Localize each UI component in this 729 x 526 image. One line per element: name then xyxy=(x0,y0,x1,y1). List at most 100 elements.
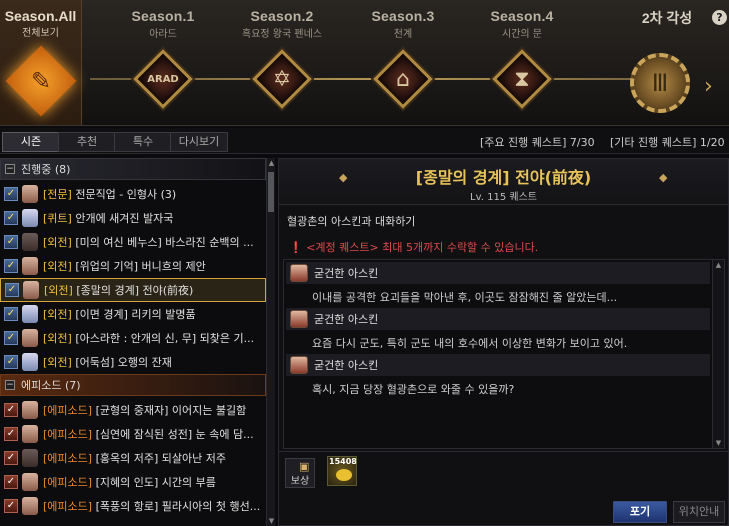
quest-title: [외전] [위업의 기억] 버니흐의 제안 xyxy=(43,258,206,274)
npc-portrait-icon xyxy=(22,329,38,347)
quest-title: [전문] 전문직업 - 인형사 (3) xyxy=(43,186,176,202)
quest-check-icon: ✓ xyxy=(4,475,18,489)
dialog-speaker-row: 굳건한 아스킨 xyxy=(286,308,710,330)
quest-item[interactable]: ✓ [전문] 전문직업 - 인형사 (3) xyxy=(0,182,266,206)
scroll-down-icon[interactable]: ▼ xyxy=(267,516,276,526)
awakening-button[interactable]: 2차 각성 Ⅲ xyxy=(612,8,722,123)
detail-title-bar: ◆ [종말의 경계] 전야(前夜) Lv. 115 퀘스트 ◆ xyxy=(279,159,728,205)
chevron-right-icon[interactable]: › xyxy=(704,74,713,99)
quest-item[interactable]: ✓ [에피소드] [심연에 잠식된 성전] 눈 속에 담... xyxy=(0,422,266,446)
chest-icon: ▣ xyxy=(299,460,310,473)
quest-name: [미의 여신 베누스] 바스라진 순백의 ... xyxy=(71,236,254,249)
dialog-entry: 굳건한 아스킨 이내를 공격한 요괴들을 막아낸 후, 이곳도 잠잠해진 줄 알… xyxy=(286,262,710,305)
season-4-button[interactable]: Season.4 시간의 문 ⧗ xyxy=(467,8,577,123)
quest-item[interactable]: ✓ [외전] [미의 여신 베누스] 바스라진 순백의 ... xyxy=(0,230,266,254)
reward-tab[interactable]: ▣ 보상 xyxy=(285,458,315,488)
group-label: 에피소드 (7) xyxy=(21,379,81,392)
scroll-down-icon[interactable]: ▼ xyxy=(714,438,723,448)
season-3-button[interactable]: Season.3 천계 ⌂ xyxy=(348,8,458,123)
quest-item[interactable]: ✓ [에피소드] [홍옥의 저주] 되살아난 저주 xyxy=(0,446,266,470)
quest-check-icon: ✓ xyxy=(4,331,18,345)
reward-label: 보상 xyxy=(290,476,310,487)
quest-name: [지혜의 인도] 시간의 부름 xyxy=(92,476,216,489)
other-quest-count: [기타 진행 퀘스트] 1/20 xyxy=(610,136,725,149)
dialog-text: 요즘 다시 군도, 특히 군도 내의 호수에서 이상한 변화가 보이고 있어. xyxy=(312,337,628,350)
quest-item[interactable]: ✓ [에피소드] [지혜의 인도] 시간의 부름 xyxy=(0,470,266,494)
npc-portrait-icon xyxy=(22,353,38,371)
quest-check-icon: ✓ xyxy=(4,235,18,249)
warning-text: <계정 퀘스트> 최대 5개까지 수락할 수 있습니다. xyxy=(306,241,539,254)
season-2-button[interactable]: Season.2 흑요정 왕국 펜네스 ✡ xyxy=(227,8,337,123)
npc-avatar xyxy=(290,310,308,328)
season-all-button[interactable]: Season.All 전체보기 ✎ xyxy=(0,0,82,125)
location-guide-button[interactable]: 위치안내 xyxy=(673,501,725,523)
dialog-scrollbar[interactable]: ▲ ▼ xyxy=(712,260,724,448)
season-all-title: Season.All xyxy=(4,8,77,24)
tab-season[interactable]: 시즌 xyxy=(2,132,60,152)
dialog-speaker-row: 굳건한 아스킨 xyxy=(286,262,710,284)
scroll-thumb[interactable] xyxy=(268,172,274,212)
quest-item[interactable]: ✓ [외전] [위업의 기억] 버니흐의 제안 xyxy=(0,254,266,278)
quest-list: − 진행중 (8) ✓ [전문] 전문직업 - 인형사 (3) ✓ [퀴트] 안… xyxy=(0,158,276,526)
quest-name: 안개에 새겨진 발자국 xyxy=(71,212,174,225)
quest-check-icon: ✓ xyxy=(5,283,19,297)
arad-emblem-icon: ARAD xyxy=(147,73,179,85)
quest-tag: [외전] xyxy=(43,356,72,369)
ornament-icon: ◆ xyxy=(339,171,348,184)
quest-name: [어둑섬] 오행의 잔재 xyxy=(71,356,172,369)
reward-item-slot[interactable]: 15408 xyxy=(327,456,357,486)
quest-check-icon: ✓ xyxy=(4,211,18,225)
collapse-icon[interactable]: − xyxy=(5,380,15,390)
quest-item[interactable]: ✓ [외전] [이면 경계] 리키의 발명품 xyxy=(0,302,266,326)
quest-tag: [에피소드] xyxy=(43,404,93,417)
season-bar: Season.All 전체보기 ✎ Season.1 아라드 ARAD Seas… xyxy=(0,0,729,126)
npc-portrait-icon xyxy=(22,497,38,515)
season-1-title: Season.1 xyxy=(131,8,195,24)
awakening-title: 2차 각성 xyxy=(641,10,693,26)
tab-special[interactable]: 특수 xyxy=(114,132,172,152)
npc-avatar xyxy=(290,264,308,282)
quest-item[interactable]: ✓ [에피소드] [균형의 중재자] 이어지는 불길함 xyxy=(0,398,266,422)
give-up-button[interactable]: 포기 xyxy=(613,501,667,523)
quest-item[interactable]: ✓ [외전] [아스라한 : 안개의 신, 무] 되찾은 기... xyxy=(0,326,266,350)
quest-detail-panel: ◆ [종말의 경계] 전야(前夜) Lv. 115 퀘스트 ◆ 혈광촌의 아스킨… xyxy=(278,158,729,526)
season-3-subtitle: 천계 xyxy=(393,29,413,40)
help-icon[interactable]: ? xyxy=(712,10,727,25)
quest-name: [폭풍의 항로] 필라시아의 첫 행선... xyxy=(92,500,261,513)
quest-objective: 혈광촌의 아스킨과 대화하기 xyxy=(287,215,416,228)
npc-portrait-icon xyxy=(22,305,38,323)
collapse-icon[interactable]: − xyxy=(5,164,15,174)
quest-name: [심연에 잠식된 성전] 눈 속에 담... xyxy=(92,428,254,441)
scroll-icon: ✎ xyxy=(30,67,52,95)
group-header-episodes[interactable]: − 에피소드 (7) xyxy=(0,374,266,396)
dialog-entry: 굳건한 아스킨 요즘 다시 군도, 특히 군도 내의 호수에서 이상한 변화가 … xyxy=(286,308,710,351)
quest-name: [균형의 중재자] 이어지는 불길함 xyxy=(92,404,247,417)
npc-portrait-icon xyxy=(22,473,38,491)
quest-tag: [외전] xyxy=(43,260,72,273)
quest-item[interactable]: ✓ [퀴트] 안개에 새겨진 발자국 xyxy=(0,206,266,230)
quest-title: [외전] [미의 여신 베누스] 바스라진 순백의 ... xyxy=(43,234,254,250)
quest-tag: [에피소드] xyxy=(43,428,93,441)
scroll-up-icon[interactable]: ▲ xyxy=(714,260,723,270)
quest-item[interactable]: ✓ [에피소드] [폭풍의 항로] 필라시아의 첫 행선... xyxy=(0,494,266,518)
quest-item[interactable]: ✓ [외전] [어둑섬] 오행의 잔재 xyxy=(0,350,266,374)
quest-tag: [외전] xyxy=(44,284,73,297)
quest-check-icon: ✓ xyxy=(4,451,18,465)
quest-tag: [외전] xyxy=(43,308,72,321)
quest-tag: [퀴트] xyxy=(43,212,72,225)
quest-item-selected[interactable]: ✓ [외전] [종말의 경계] 전야(前夜) xyxy=(0,278,266,302)
npc-portrait-icon xyxy=(22,257,38,275)
season-1-button[interactable]: Season.1 아라드 ARAD xyxy=(108,8,218,123)
tab-replay[interactable]: 다시보기 xyxy=(170,132,228,152)
group-header-in-progress[interactable]: − 진행중 (8) xyxy=(0,158,266,180)
season-all-subtitle: 전체보기 xyxy=(22,28,59,39)
quest-title: [외전] [어둑섬] 오행의 잔재 xyxy=(43,354,172,370)
scroll-up-icon[interactable]: ▲ xyxy=(267,158,276,168)
quest-title: [에피소드] [균형의 중재자] 이어지는 불길함 xyxy=(43,402,246,418)
quest-list-scrollbar[interactable]: ▲ ▼ xyxy=(266,158,275,526)
quest-tag: [에피소드] xyxy=(43,500,93,513)
quest-check-icon: ✓ xyxy=(4,427,18,441)
quest-name: [종말의 경계] 전야(前夜) xyxy=(72,284,194,297)
tab-recommended[interactable]: 추천 xyxy=(58,132,116,152)
season-2-subtitle: 흑요정 왕국 펜네스 xyxy=(242,29,322,40)
